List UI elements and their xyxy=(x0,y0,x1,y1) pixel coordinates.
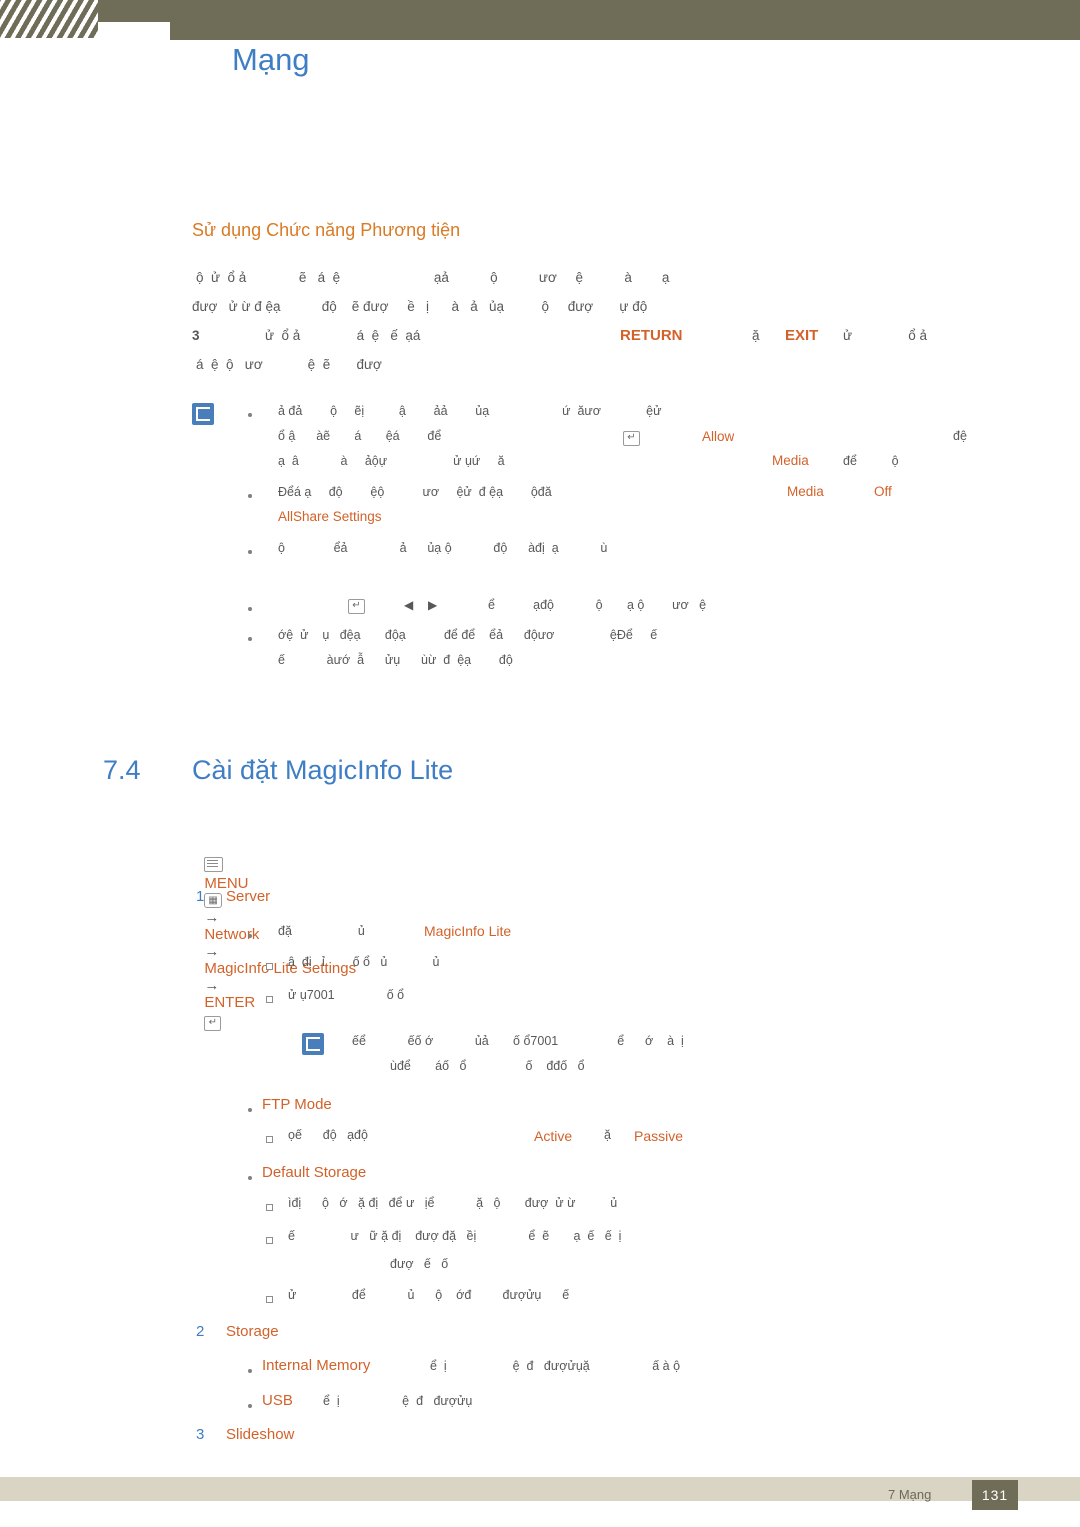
arrow-1-icon: → xyxy=(204,909,220,926)
enter-glyph-icon: ↵ xyxy=(348,599,365,614)
square-bullet-marker xyxy=(266,1296,273,1303)
note-2-media-label: Media xyxy=(787,484,824,499)
list-label-slideshow: Slideshow xyxy=(226,1426,295,1443)
intro-exit-key: EXIT xyxy=(785,327,819,344)
ftp-mode-label: FTP Mode xyxy=(262,1096,332,1113)
server-note-line-2: ùđể áố ổ ố đđố ổ xyxy=(390,1059,585,1073)
intro-line-3: ử ổ ả á ệ ế ạá xyxy=(265,328,421,343)
bullet-marker xyxy=(248,1404,252,1408)
intro-line-2: đượ ử ừ đ ệạ độ ẽ đượ ề ị à ả ủạ ộ đượ ự… xyxy=(192,299,648,314)
note-1-line-3: ạ â à ảộự ử ụứ ă xyxy=(278,454,505,468)
section-74-number: 7.4 xyxy=(103,755,141,785)
left-arrow-icon: ◀ xyxy=(404,598,414,612)
internal-memory-desc: ể ị ệ đ đượửụặ ấ à ộ xyxy=(430,1359,681,1373)
intro-line-3-mid: ặ xyxy=(752,328,760,343)
footer-page-number: 131 xyxy=(972,1480,1018,1510)
usb-label: USB xyxy=(262,1392,293,1409)
default-storage-sub-1: ìđị ộ ớ ặ đị để ư ịể ặ ộ đượ ử ừ ủ xyxy=(288,1196,618,1210)
server-bullet-1-text: đặ ủ xyxy=(278,924,369,938)
server-sub-2: ử ụ7001 ố ổ xyxy=(288,988,405,1002)
intro-line-4: á ệ ộ ươ ệ ẽ đượ xyxy=(196,357,382,372)
note-bullet-marker xyxy=(248,637,252,641)
intro-line-3-number: 3 xyxy=(192,328,200,343)
enter-key-icon: ↵ xyxy=(204,1016,222,1031)
note-1-line-3-tail: để ộ xyxy=(843,454,899,468)
bullet-marker xyxy=(248,1176,252,1180)
note-1-media-label: Media xyxy=(772,453,809,468)
default-storage-sub-2: ế ư ữ ặ đị đượ đặ ềị ể ẽ ạ ế ế ị xyxy=(288,1229,622,1243)
section-heading: Sử dụng Chức năng Phương tiện xyxy=(192,220,461,240)
bullet-marker xyxy=(248,1369,252,1373)
arrow-2-icon: → xyxy=(204,943,220,960)
square-bullet-marker xyxy=(266,1237,273,1244)
ftp-mode-sub-pre: ọế độ ạđộ xyxy=(288,1128,368,1142)
square-bullet-marker xyxy=(266,996,273,1003)
header-hatch-decoration xyxy=(0,0,98,38)
ftp-mode-passive-value: Passive xyxy=(634,1128,684,1144)
note-1-line-2: ổ ậ àẽ á ệá để xyxy=(278,429,442,443)
header-underline xyxy=(170,38,1080,40)
note-bullet-marker xyxy=(248,413,252,417)
right-arrow-icon: ▶ xyxy=(428,598,438,612)
ftp-mode-active-value: Active xyxy=(534,1128,573,1144)
header-white-tab xyxy=(98,22,170,44)
note-3-line-1: ộ ểả ả ủạ ộ độ àđị ạ ù xyxy=(278,541,608,555)
arrow-3-icon: → xyxy=(204,977,220,994)
list-number-1: 1 xyxy=(196,888,205,905)
list-number-2: 2 xyxy=(196,1323,205,1340)
note-icon xyxy=(192,403,214,425)
footer-chapter-text: 7 Mạng xyxy=(888,1487,932,1502)
note-4-line-1: ể ạđộ ộ ạ ộ ươ ệ xyxy=(488,598,707,612)
list-label-server: Server xyxy=(226,888,271,905)
intro-line-1: ộ ử ổ ả ẽ á ệ ạả ộ ươ ệ à ạ xyxy=(196,270,670,285)
bullet-marker xyxy=(248,934,252,938)
note-2-off-label: Off xyxy=(874,484,892,499)
intro-line-3-tail: ử ổ ả xyxy=(843,328,928,343)
note-icon xyxy=(302,1033,324,1055)
note-1-line-1: ả đả ộ ẽị ậ ảả ủạ ứ ăươ ệử xyxy=(278,404,662,418)
section-74-title: Cài đặt MagicInfo Lite xyxy=(192,755,454,785)
note-2-allshare-settings-label: AllShare Settings xyxy=(278,509,382,524)
list-number-3: 3 xyxy=(196,1426,205,1443)
square-bullet-marker xyxy=(266,963,273,970)
ftp-mode-mid: ặ xyxy=(604,1128,611,1142)
note-5-line-2: ế àướ ẫ ửụ ùừ đ ệạ độ xyxy=(278,653,513,667)
note-bullet-marker xyxy=(248,550,252,554)
intro-return-key: RETURN xyxy=(620,327,683,344)
square-bullet-marker xyxy=(266,1204,273,1211)
note-bullet-marker xyxy=(248,607,252,611)
note-2-line-1: Đểá ạ độ ệộ ươ ệử đ ệạ ộđă xyxy=(278,485,552,499)
magicinfo-lite-link: MagicInfo Lite xyxy=(424,923,512,939)
server-note-line-1: ếể ếố ớ ủả ố ổ7001 ể ớ à ị xyxy=(352,1034,684,1048)
menu-button-icon xyxy=(204,857,224,872)
note-bullet-marker xyxy=(248,494,252,498)
default-storage-label: Default Storage xyxy=(262,1164,367,1181)
internal-memory-label: Internal Memory xyxy=(262,1357,371,1374)
default-storage-sub-4: ử để ủ ộ ớđ đượửụ ế xyxy=(288,1288,570,1302)
enter-label: ENTER xyxy=(204,994,256,1011)
note-1-allow-label: Allow xyxy=(702,429,735,444)
usb-desc: ể ị ệ đ đượửụ xyxy=(323,1394,473,1408)
note-1-line-2-tail: đệ xyxy=(953,429,967,443)
chapter-title: Mạng xyxy=(232,42,310,77)
server-sub-1: ậ đị ỉ ố ổ ủ ủ xyxy=(288,955,440,969)
note-5-line-1: ớệ ử ụ đệạ độạ để để ểả độươ ệĐể ế xyxy=(278,628,658,642)
menu-key-icon: ▦ xyxy=(204,893,222,908)
list-label-storage: Storage xyxy=(226,1323,279,1340)
enter-glyph-icon: ↵ xyxy=(623,431,640,446)
bullet-marker xyxy=(248,1108,252,1112)
default-storage-sub-3: đượ ế ố xyxy=(390,1257,449,1271)
square-bullet-marker xyxy=(266,1136,273,1143)
